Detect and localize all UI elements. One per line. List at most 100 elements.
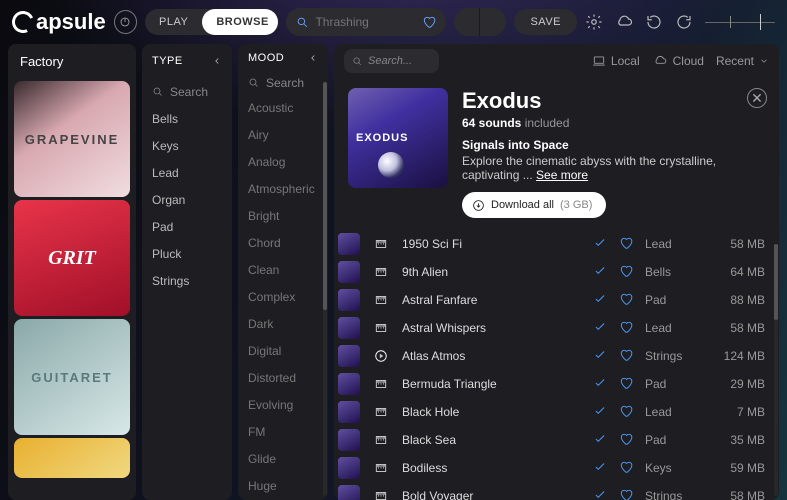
mood-scrollbar[interactable] [323, 82, 327, 496]
see-more-link[interactable]: See more [536, 168, 588, 182]
sound-row[interactable]: Astral FanfarePad88 MB [334, 286, 779, 314]
pack-item[interactable]: GRIT [14, 200, 130, 316]
content-header: Search... Local Cloud Recent [334, 44, 779, 78]
sound-list: 1950 Sci FiLead58 MB9th AlienBells64 MB A… [334, 230, 779, 500]
sound-row[interactable]: Black SeaPad35 MB [334, 426, 779, 454]
heart-icon[interactable] [619, 404, 635, 421]
mood-item[interactable]: Atmospheric [238, 176, 328, 203]
sound-name: Astral Fanfare [402, 293, 583, 307]
gear-icon[interactable] [585, 13, 603, 31]
piano-icon[interactable] [370, 457, 392, 479]
volume-slider[interactable] [705, 10, 775, 34]
mood-header[interactable]: MOOD [238, 44, 328, 72]
heart-icon[interactable] [619, 264, 635, 281]
prev-button[interactable] [454, 8, 480, 36]
piano-icon[interactable] [370, 289, 392, 311]
piano-icon[interactable] [370, 401, 392, 423]
heart-icon[interactable] [619, 488, 635, 500]
type-search[interactable]: Search [142, 78, 232, 106]
sound-name: Black Hole [402, 405, 583, 419]
piano-icon[interactable] [370, 261, 392, 283]
type-item[interactable]: Organ [142, 187, 232, 214]
topbar: apsule PLAY BROWSE SAVE [0, 0, 787, 44]
check-icon [593, 460, 609, 477]
next-button[interactable] [480, 8, 506, 36]
pack-item[interactable] [14, 438, 130, 478]
piano-icon[interactable] [370, 233, 392, 255]
heart-icon[interactable] [619, 432, 635, 449]
packs-dropdown[interactable]: Factory [8, 44, 136, 78]
heart-icon[interactable] [619, 376, 635, 393]
mood-item[interactable]: FM [238, 419, 328, 446]
favorite-icon[interactable] [422, 15, 436, 29]
save-button[interactable]: SAVE [514, 9, 577, 35]
type-item[interactable]: Strings [142, 268, 232, 295]
piano-icon[interactable] [370, 485, 392, 500]
mood-item[interactable]: Acoustic [238, 95, 328, 122]
local-button[interactable]: Local [592, 54, 640, 68]
content-column: Search... Local Cloud Recent EXODUS ✕ [334, 44, 779, 500]
mood-item[interactable]: Digital [238, 338, 328, 365]
mood-search[interactable]: Search [238, 72, 328, 95]
mood-item[interactable]: Airy [238, 122, 328, 149]
type-header[interactable]: TYPE [142, 44, 232, 78]
sound-row[interactable]: 1950 Sci FiLead58 MB [334, 230, 779, 258]
type-item[interactable]: Pad [142, 214, 232, 241]
download-all-button[interactable]: Download all (3 GB) [462, 192, 606, 218]
browse-tab[interactable]: BROWSE [202, 9, 278, 35]
sound-name: 1950 Sci Fi [402, 237, 583, 251]
check-icon [593, 404, 609, 421]
mood-item[interactable]: Glide [238, 446, 328, 473]
mood-item[interactable]: Chord [238, 230, 328, 257]
mood-item[interactable]: Evolving [238, 392, 328, 419]
sound-row[interactable]: Bold VoyagerStrings58 MB [334, 482, 779, 500]
mood-item[interactable]: Dark [238, 311, 328, 338]
type-item[interactable]: Bells [142, 106, 232, 133]
type-item[interactable]: Pluck [142, 241, 232, 268]
power-icon[interactable] [114, 10, 137, 34]
piano-icon[interactable] [370, 429, 392, 451]
piano-icon[interactable] [370, 373, 392, 395]
sound-row[interactable]: BodilessKeys59 MB [334, 454, 779, 482]
heart-icon[interactable] [619, 460, 635, 477]
sound-row[interactable]: 9th AlienBells64 MB [334, 258, 779, 286]
mood-item[interactable]: Huge [238, 473, 328, 500]
sound-row[interactable]: Atlas AtmosStrings124 MB [334, 342, 779, 370]
sound-row[interactable]: Black HoleLead7 MB [334, 398, 779, 426]
check-icon [593, 236, 609, 253]
type-item[interactable]: Keys [142, 133, 232, 160]
sound-row[interactable]: Bermuda TrianglePad29 MB [334, 370, 779, 398]
chevron-down-icon [759, 56, 769, 66]
top-search[interactable] [286, 8, 446, 36]
content-search[interactable]: Search... [344, 49, 439, 73]
pack-item[interactable]: GRAPEVINE [14, 81, 130, 197]
heart-icon[interactable] [619, 292, 635, 309]
top-search-input[interactable] [315, 15, 416, 29]
cloud-icon[interactable] [615, 13, 633, 31]
piano-icon[interactable] [370, 317, 392, 339]
type-item[interactable]: Lead [142, 160, 232, 187]
logo-icon [9, 8, 37, 36]
mood-item[interactable]: Analog [238, 149, 328, 176]
play-icon[interactable] [370, 345, 392, 367]
check-icon [593, 432, 609, 449]
heart-icon[interactable] [619, 236, 635, 253]
sound-row[interactable]: Astral WhispersLead58 MB [334, 314, 779, 342]
redo-icon[interactable] [675, 13, 693, 31]
heart-icon[interactable] [619, 320, 635, 337]
undo-icon[interactable] [645, 13, 663, 31]
mood-item[interactable]: Complex [238, 284, 328, 311]
mood-item[interactable]: Distorted [238, 365, 328, 392]
play-tab[interactable]: PLAY [145, 9, 202, 35]
recent-dropdown[interactable]: Recent [716, 54, 769, 68]
heart-icon[interactable] [619, 348, 635, 365]
mood-item[interactable]: Clean [238, 257, 328, 284]
cloud-button[interactable]: Cloud [652, 54, 704, 68]
sound-size: 29 MB [717, 377, 765, 391]
content-scrollbar[interactable] [774, 244, 778, 496]
sound-category: Pad [645, 377, 707, 391]
close-button[interactable]: ✕ [747, 88, 767, 108]
pack-item[interactable]: GUITARET [14, 319, 130, 435]
sound-category: Pad [645, 293, 707, 307]
mood-item[interactable]: Bright [238, 203, 328, 230]
